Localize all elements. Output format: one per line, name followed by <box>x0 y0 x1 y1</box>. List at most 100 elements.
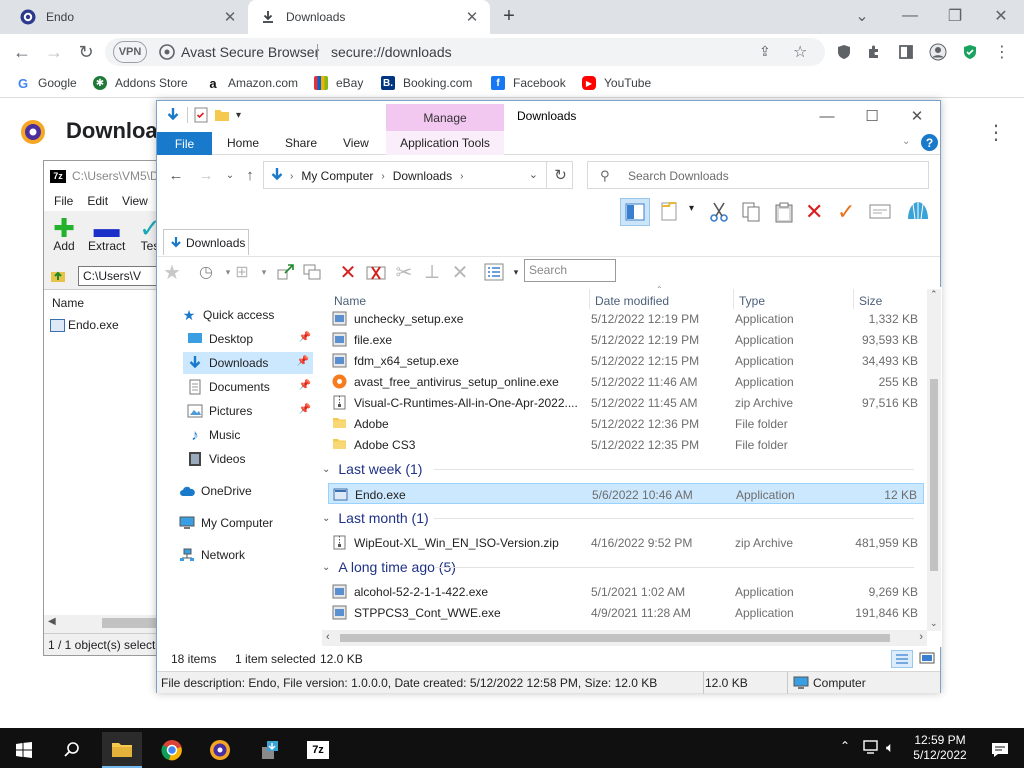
scroll-down-icon[interactable]: ⌄ <box>930 618 938 629</box>
crumb-my-computer[interactable]: My Computer <box>301 169 373 183</box>
group-header[interactable]: ⌄ Last month (1) <box>322 507 914 529</box>
tab-home[interactable]: Home <box>227 136 259 150</box>
close-tab-icon[interactable]: ✕ <box>222 9 238 26</box>
volume-icon[interactable]: 🔈︎ <box>886 739 894 756</box>
nav-music[interactable]: ♪ Music <box>187 424 240 446</box>
cut-icon[interactable] <box>708 201 730 223</box>
properties-icon[interactable] <box>194 107 208 123</box>
pin-icon[interactable]: 📌 <box>299 332 311 343</box>
crumb-separator-icon[interactable]: › <box>290 171 293 182</box>
scroll-left-icon[interactable]: ‹ <box>326 631 330 643</box>
extract-button[interactable]: ▬ Extract <box>88 215 125 253</box>
column-divider[interactable] <box>733 289 734 309</box>
page-more-icon[interactable]: ⋮ <box>986 120 1006 145</box>
share-icon[interactable]: ⇪ <box>759 43 771 60</box>
vertical-scrollbar[interactable]: ⌃ ⌄ <box>927 289 941 631</box>
column-type[interactable]: Type <box>739 294 765 308</box>
bookmark-star-icon[interactable]: ☆ <box>793 42 807 62</box>
forward-icon[interactable]: → <box>197 166 215 184</box>
pin-icon[interactable]: 📌 <box>299 380 311 391</box>
qat-dropdown-icon[interactable]: ▾ <box>236 110 241 121</box>
breadcrumb[interactable]: › My Computer › Downloads › ⌄ <box>263 161 573 189</box>
refresh-icon[interactable]: ↻ <box>546 161 574 189</box>
nav-quick-access[interactable]: ★ Quick access <box>181 304 275 326</box>
list-item[interactable]: Endo.exe <box>50 318 119 332</box>
scroll-right-icon[interactable]: › <box>919 631 923 643</box>
nav-downloads[interactable]: Downloads 📌 <box>183 352 313 374</box>
close-tab-icon[interactable]: ✕ <box>464 9 480 26</box>
scroll-left-icon[interactable]: ◀ <box>48 616 56 627</box>
table-row[interactable]: avast_free_antivirus_setup_online.exe 5/1… <box>328 371 924 392</box>
menu-kebab-icon[interactable]: ⋮ <box>990 40 1014 64</box>
scroll-thumb[interactable] <box>340 634 890 642</box>
reload-icon[interactable]: ↻ <box>74 40 98 64</box>
manage-tab[interactable]: Manage <box>386 104 504 131</box>
scroll-thumb[interactable] <box>930 379 938 571</box>
extensions-icon[interactable] <box>862 40 886 64</box>
copy-icon[interactable] <box>740 201 762 223</box>
nav-onedrive[interactable]: OneDrive <box>179 480 252 502</box>
system-clock[interactable]: 12:59 PM 5/12/2022 <box>912 733 968 763</box>
nav-documents[interactable]: Documents 📌 <box>187 376 311 398</box>
sevenzip-hscrollbar[interactable]: ◀ <box>44 615 162 631</box>
crumb-separator-icon[interactable]: › <box>460 171 463 182</box>
column-size[interactable]: Size <box>859 294 882 308</box>
tools-disabled-icon[interactable]: ✂ <box>393 261 415 284</box>
minimize-window-icon[interactable]: — <box>898 4 922 28</box>
tab-view[interactable]: View <box>343 136 369 150</box>
paste-icon[interactable] <box>773 201 795 223</box>
history-icon[interactable]: ◷ <box>195 261 217 283</box>
menu-file[interactable]: File <box>54 194 73 208</box>
avast-browser-taskbar-icon[interactable] <box>200 732 240 768</box>
maximize-icon[interactable]: ☐ <box>857 105 887 127</box>
shell-icon[interactable] <box>905 199 931 223</box>
chrome-taskbar-icon[interactable] <box>152 732 192 768</box>
installer-taskbar-icon[interactable] <box>250 732 290 768</box>
table-row[interactable]: WipEout-XL_Win_EN_ISO-Version.zip 4/16/20… <box>328 532 924 553</box>
pin-disabled-icon[interactable]: ⟂ <box>421 261 443 283</box>
adblock-shield-icon[interactable] <box>832 40 856 64</box>
up-icon[interactable]: ↑ <box>241 166 259 184</box>
table-row[interactable]: file.exe 5/12/2022 12:19 PM Application 93,… <box>328 329 924 350</box>
security-shield-icon[interactable] <box>958 40 982 64</box>
properties-card-icon[interactable] <box>869 203 891 221</box>
minimize-icon[interactable]: ⌄ <box>850 4 874 28</box>
column-divider[interactable] <box>589 289 590 309</box>
favorite-star-icon[interactable]: ★ <box>161 261 183 284</box>
bookmark-google[interactable]: G Google <box>16 76 77 91</box>
crumb-separator-icon[interactable]: › <box>381 171 384 182</box>
group-header[interactable]: ⌄ Last week (1) <box>322 458 914 480</box>
pin-icon[interactable]: 📌 <box>297 356 309 367</box>
details-view-icon[interactable] <box>891 650 913 668</box>
preview-pane-button[interactable] <box>620 198 650 226</box>
sidebar-toggle-icon[interactable] <box>894 40 918 64</box>
column-name[interactable]: Name <box>334 294 366 308</box>
windows-icon[interactable]: ⊞ <box>231 261 253 283</box>
url-text[interactable]: secure://downloads <box>331 44 452 60</box>
column-date-modified[interactable]: Date modified <box>595 294 669 308</box>
delete-permanently-icon[interactable] <box>365 261 387 283</box>
recent-dropdown-icon[interactable]: ⌄ <box>221 166 239 184</box>
help-icon[interactable]: ? <box>921 134 938 151</box>
column-divider[interactable] <box>853 289 854 309</box>
inline-search-input[interactable]: Search <box>524 259 616 282</box>
search-box[interactable]: ⚲ Search Downloads <box>587 161 929 189</box>
vpn-button[interactable]: VPN <box>113 41 147 63</box>
folder-tab-downloads[interactable]: Downloads <box>163 229 249 255</box>
bookmark-booking[interactable]: B. Booking.com <box>381 76 472 90</box>
search-icon[interactable] <box>52 732 92 768</box>
tab-downloads[interactable]: Downloads ✕ <box>248 0 490 34</box>
address-dropdown-icon[interactable]: ⌄ <box>529 168 538 181</box>
tab-share[interactable]: Share <box>285 136 317 150</box>
name-column-header[interactable]: Name <box>52 296 84 310</box>
delete-icon[interactable]: ✕ <box>805 201 823 223</box>
collapse-chevron-icon[interactable]: ⌄ <box>322 464 330 475</box>
down-arrow-icon[interactable] <box>165 107 181 123</box>
forward-icon[interactable]: → <box>42 40 66 64</box>
ribbon-expand-icon[interactable]: ⌄ <box>902 136 910 147</box>
close-icon[interactable]: ✕ <box>902 105 932 127</box>
table-row[interactable]: Endo.exe 5/6/2022 10:46 AM Application 12 K… <box>328 483 924 504</box>
collapse-chevron-icon[interactable]: ⌄ <box>322 562 330 573</box>
menu-view[interactable]: View <box>122 194 148 208</box>
view-options-icon[interactable] <box>483 261 505 283</box>
